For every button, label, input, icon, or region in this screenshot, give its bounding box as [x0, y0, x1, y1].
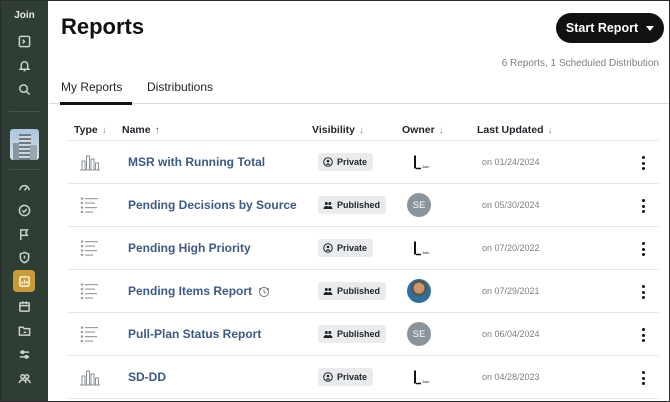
sort-arrow-up-icon: ↑ [154, 124, 160, 136]
column-name[interactable]: Name ↑ [122, 124, 160, 136]
sliders-icon[interactable] [13, 343, 35, 365]
visibility-badge: Private [318, 239, 374, 257]
sort-arrow-icon: ↓ [359, 124, 364, 136]
svg-text:Join: Join [422, 164, 429, 169]
visibility-badge: Published [318, 196, 387, 214]
reports-summary: 6 Reports, 1 Scheduled Distribution [501, 58, 659, 69]
list-report-icon [79, 325, 101, 343]
sort-arrow-icon: ↓ [101, 124, 107, 136]
table-header: Type ↓ Name ↑ Visibility ↓ Owner ↓ Last Upda… [67, 120, 659, 141]
private-user-icon [323, 157, 333, 167]
visibility-label: Private [337, 243, 368, 253]
start-report-label: Start Report [565, 21, 639, 35]
column-visibility[interactable]: Visibility ↓ [312, 124, 364, 136]
bell-icon[interactable] [13, 54, 35, 76]
brand-logo[interactable]: Join [1, 10, 48, 21]
panel-toggle-icon[interactable] [13, 30, 35, 52]
more-options-icon[interactable] [637, 154, 649, 172]
folder-icon[interactable] [13, 319, 35, 341]
visibility-label: Published [337, 200, 381, 210]
page-title: Reports [61, 14, 145, 39]
users-icon[interactable] [13, 367, 35, 389]
check-circle-icon[interactable] [13, 199, 35, 221]
table-row[interactable]: SD-DD Private Join on 04/28/2023 [67, 356, 659, 399]
sidebar-divider [9, 111, 40, 112]
gauge-icon[interactable] [13, 176, 35, 198]
private-user-icon [323, 243, 333, 253]
published-users-icon [323, 329, 333, 339]
list-report-icon [79, 196, 101, 214]
tab-bar: My Reports Distributions [49, 74, 669, 105]
report-name-link[interactable]: Pending Decisions by Source [128, 198, 297, 212]
table-row[interactable]: Pending Decisions by Source Published SE… [67, 184, 659, 227]
report-name-link[interactable]: Pending High Priority [128, 241, 251, 255]
more-options-icon[interactable] [637, 240, 649, 258]
last-updated-date: on 05/30/2024 [482, 200, 540, 210]
reports-icon[interactable] [13, 270, 35, 292]
table-row[interactable]: Pull-Plan Status Report Published SE on … [67, 313, 659, 356]
table-row[interactable]: Pending High Priority Private Join on 07… [67, 227, 659, 270]
visibility-badge: Published [318, 282, 387, 300]
owner-avatar-photo [407, 279, 431, 303]
more-options-icon[interactable] [637, 369, 649, 387]
column-type[interactable]: Type ↓ [74, 124, 107, 136]
table-row[interactable]: MSR with Running Total Private Join on 0… [67, 141, 659, 184]
sort-arrow-icon: ↓ [438, 124, 444, 136]
report-name-link[interactable]: SD-DD [128, 370, 166, 384]
svg-text:Join: Join [422, 250, 429, 255]
visibility-badge: Private [318, 153, 374, 171]
start-report-button[interactable]: Start Report [556, 13, 664, 43]
visibility-label: Published [337, 286, 381, 296]
owner-company-logo: Join [413, 369, 431, 385]
sidebar: Join [1, 1, 48, 401]
shield-icon[interactable] [13, 246, 35, 268]
last-updated-date: on 01/24/2024 [482, 157, 540, 167]
private-user-icon [323, 372, 333, 382]
visibility-label: Private [337, 157, 368, 167]
owner-company-logo: Join [413, 240, 431, 256]
visibility-badge: Private [318, 368, 374, 386]
sort-arrow-icon: ↓ [547, 124, 553, 136]
last-updated-date: on 07/29/2021 [482, 286, 540, 296]
flag-icon[interactable] [13, 223, 35, 245]
svg-text:Join: Join [422, 379, 429, 384]
more-options-icon[interactable] [637, 197, 649, 215]
list-report-icon [79, 239, 101, 257]
owner-avatar: SE [407, 322, 431, 346]
visibility-label: Private [337, 372, 368, 382]
published-users-icon [323, 286, 333, 296]
search-icon[interactable] [13, 78, 35, 100]
visibility-label: Published [337, 329, 381, 339]
more-options-icon[interactable] [637, 283, 649, 301]
tab-my-reports[interactable]: My Reports [60, 80, 133, 105]
last-updated-date: on 07/20/2022 [482, 243, 540, 253]
bar-chart-icon [79, 368, 101, 386]
project-thumbnail[interactable] [10, 129, 39, 160]
report-name-link[interactable]: MSR with Running Total [128, 155, 265, 169]
scheduled-clock-icon[interactable] [258, 285, 270, 297]
report-name-link[interactable]: Pending Items Report [128, 284, 252, 298]
column-last-updated[interactable]: Last Updated ↓ [477, 124, 553, 136]
published-users-icon [323, 200, 333, 210]
visibility-badge: Published [318, 325, 387, 343]
caret-down-icon [646, 25, 655, 31]
last-updated-date: on 06/04/2024 [482, 329, 540, 339]
report-name-link[interactable]: Pull-Plan Status Report [128, 327, 261, 341]
tab-distributions[interactable]: Distributions [147, 80, 213, 102]
owner-company-logo: Join [413, 154, 431, 170]
owner-avatar: SE [407, 193, 431, 217]
calendar-icon[interactable] [13, 295, 35, 317]
sidebar-divider [9, 169, 40, 170]
table-row[interactable]: Pending Items Report Published on 07/29/… [67, 270, 659, 313]
bar-chart-icon [79, 153, 101, 171]
list-report-icon [79, 282, 101, 300]
last-updated-date: on 04/28/2023 [482, 372, 540, 382]
column-owner[interactable]: Owner ↓ [402, 124, 444, 136]
more-options-icon[interactable] [637, 326, 649, 344]
